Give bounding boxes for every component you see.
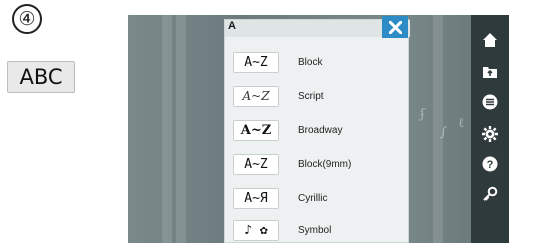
font-option-cyrillic[interactable]: A~Я Cyrillic bbox=[233, 185, 403, 211]
close-button[interactable] bbox=[382, 16, 408, 38]
abc-key-button: ABC bbox=[7, 61, 75, 93]
font-label-block: Block bbox=[298, 56, 323, 68]
font-option-script[interactable]: A~Z Script bbox=[233, 83, 403, 109]
machine-screen: ʄ ∫ ℓ ◀ ▶ A A~Z Block A~Z Script A~Z Bro… bbox=[128, 15, 509, 243]
right-sidebar: ? bbox=[471, 15, 509, 243]
key-button[interactable] bbox=[471, 179, 509, 209]
background-stitch-glyph: ℓ bbox=[458, 116, 465, 131]
background-stitch-glyph: ʄ bbox=[420, 107, 425, 122]
font-label-symbol: Symbol bbox=[298, 224, 332, 236]
menu-list-button[interactable] bbox=[471, 87, 509, 117]
help-icon: ? bbox=[482, 156, 498, 172]
font-label-cyrillic: Cyrillic bbox=[298, 192, 328, 204]
font-label-script: Script bbox=[298, 90, 324, 102]
font-option-broadway[interactable]: A~Z Broadway bbox=[233, 117, 403, 143]
font-sample-broadway: A~Z bbox=[233, 119, 279, 141]
background-stitch-glyph: ∫ bbox=[440, 125, 447, 140]
font-sample-script: A~Z bbox=[233, 85, 279, 107]
font-option-block[interactable]: A~Z Block bbox=[233, 49, 403, 75]
background-column bbox=[162, 15, 172, 243]
step-number: ④ bbox=[18, 8, 36, 30]
menu-title: A bbox=[228, 20, 236, 32]
help-button[interactable]: ? bbox=[471, 149, 509, 179]
font-option-symbol[interactable]: ♪ ✿ Symbol bbox=[233, 217, 403, 243]
font-option-block-9mm[interactable]: A~Z Block(9mm) bbox=[233, 151, 403, 177]
home-button[interactable] bbox=[471, 25, 509, 55]
font-sample-symbol: ♪ ✿ bbox=[233, 219, 279, 241]
home-icon bbox=[483, 33, 497, 47]
font-sample-block: A~Z bbox=[233, 51, 279, 73]
settings-button[interactable] bbox=[471, 119, 509, 149]
font-sample-block-9mm: A~Z bbox=[233, 153, 279, 175]
abc-key-label: ABC bbox=[19, 65, 63, 89]
font-selection-menu: A A~Z Block A~Z Script A~Z Broadway A~Z … bbox=[224, 16, 410, 243]
close-icon bbox=[388, 20, 402, 34]
svg-text:?: ? bbox=[487, 159, 494, 171]
folder-icon bbox=[483, 67, 497, 78]
font-label-block-9mm: Block(9mm) bbox=[298, 158, 352, 170]
font-sample-cyrillic: A~Я bbox=[233, 187, 279, 209]
key-icon bbox=[483, 186, 498, 201]
font-label-broadway: Broadway bbox=[298, 124, 343, 136]
settings-gear-icon bbox=[482, 126, 498, 142]
folder-button[interactable] bbox=[471, 57, 509, 87]
step-number-badge: ④ bbox=[12, 4, 42, 34]
background-column bbox=[176, 15, 186, 243]
menu-list-icon bbox=[482, 94, 498, 110]
